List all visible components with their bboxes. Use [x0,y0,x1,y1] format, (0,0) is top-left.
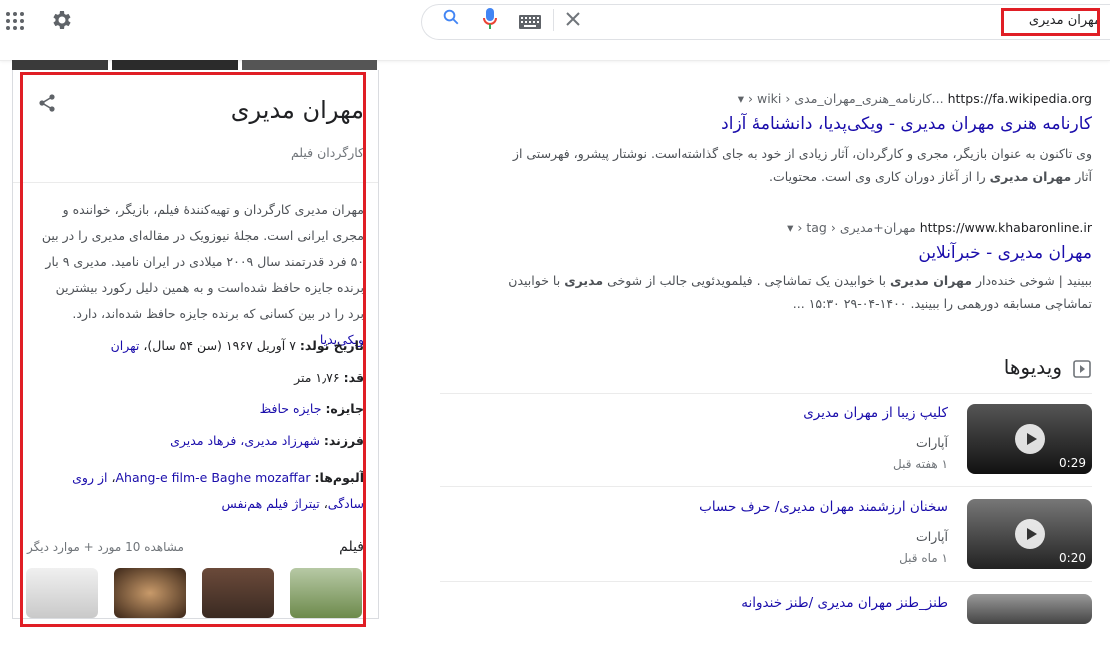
play-icon[interactable] [1015,424,1045,454]
snippet-text: مسابقه دورهمی را ببینید. ۱۴۰۰-۰۴-۲۹ ۱۵:۳… [792,296,1042,311]
snippet-text: را از آغاز دوران کاری وی است. محتویات. [769,169,986,184]
video-date: ۱ هفته قبل [893,457,948,471]
image-strip-thumb[interactable] [112,60,238,70]
result-cite[interactable]: ▾ › wiki › کارنامه_هنری_مهران_مدی... htt… [738,91,1092,106]
video-title[interactable]: کلیپ زیبا از مهران مدیری [803,405,948,421]
search-divider [553,9,554,31]
divider [440,393,1092,394]
result-cite-path: › tag › مهران+مدیری [797,220,916,235]
gear-icon[interactable] [49,8,73,32]
snippet-bold: مهران [1032,169,1072,184]
divider [440,486,1092,487]
divider [440,581,1092,582]
video-thumbnail[interactable]: 0:29 [967,404,1092,474]
video-duration: 0:29 [1059,456,1086,470]
snippet-bold: مدیری [564,273,604,288]
video-title[interactable]: سخنان ارزشمند مهران مدیری/ حرف حساب [699,499,948,515]
result-cite[interactable]: ▾ › tag › مهران+مدیری https://www.khabar… [787,220,1092,235]
result-cite-domain: https://www.khabaronline.ir [919,220,1092,235]
result-title[interactable]: مهران مدیری - خبرآنلاین [918,243,1092,263]
mic-icon[interactable] [483,8,497,34]
video-thumbnail[interactable]: 0:20 [967,499,1092,569]
videos-heading: ویدیوها [1003,355,1062,379]
image-strip-thumb[interactable] [12,60,108,70]
chevron-down-icon[interactable]: ▾ [787,220,793,235]
keyboard-icon[interactable] [519,14,541,33]
video-thumbnail[interactable] [967,594,1092,624]
result-snippet: وی تاکنون به عنوان بازیگر، مجری و کارگرد… [494,142,1092,188]
play-icon[interactable] [1015,519,1045,549]
video-source: آپارات [915,529,948,544]
search-icon[interactable] [442,8,460,30]
image-strip-thumb[interactable] [242,60,377,70]
result-cite-path: › wiki › کارنامه_هنری_مهران_مدی... [748,91,944,106]
chevron-down-icon[interactable]: ▾ [738,91,744,106]
close-icon[interactable] [566,11,580,30]
snippet-bold: مهران مدیری [890,273,972,288]
result-title[interactable]: کارنامه هنری مهران مدیری - ویکی‌پدیا، دا… [721,114,1092,134]
search-query-highlight [1001,8,1100,36]
snippet-text: ببینید | شوخی خنده‌دار [975,273,1092,288]
snippet-text: با خوابیدن یک تماشاچی . فیلمویدئویی جالب… [607,273,887,288]
video-source: آپارات [915,435,948,450]
apps-grid-icon[interactable] [6,12,26,32]
video-title[interactable]: طنز_طنز مهران مدیری /طنز خندوانه [741,595,948,611]
result-snippet: ببینید | شوخی خنده‌دار مهران مدیری با خو… [494,269,1092,315]
video-date: ۱ ماه قبل [899,551,948,565]
video-duration: 0:20 [1059,551,1086,565]
knowledge-panel-highlight [20,72,366,627]
snippet-bold: مدیری [989,169,1029,184]
video-play-icon [1073,360,1091,382]
result-cite-domain: https://fa.wikipedia.org [947,91,1092,106]
